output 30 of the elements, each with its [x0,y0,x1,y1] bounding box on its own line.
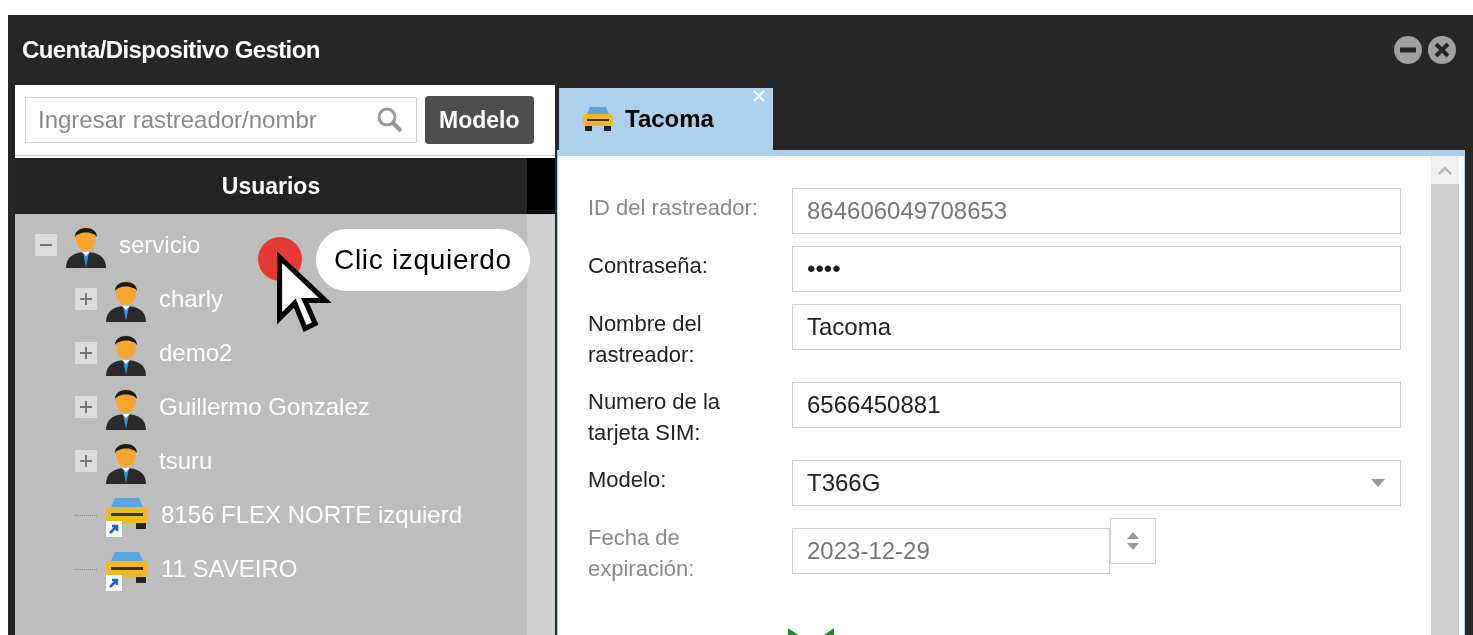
dropdown[interactable]: T366G [792,460,1401,506]
minimize-icon[interactable] [1393,35,1423,65]
scrollbar[interactable] [1431,156,1459,635]
field-label: ID del rastreador: [588,194,759,222]
input-field[interactable]: 6566450881 [792,382,1401,428]
field-label: Contraseña: [588,252,709,280]
input-field[interactable]: Tacoma [792,304,1401,350]
search-field[interactable]: Ingresar rastreador/nombr [25,97,417,143]
search-icon[interactable] [376,106,404,134]
tree-header: Usuarios [15,158,527,214]
expand-icon[interactable] [75,288,97,310]
input-field[interactable]: •••• [792,246,1401,292]
model-button[interactable]: Modelo [425,96,534,144]
scroll-up-icon[interactable] [1438,165,1452,175]
window-title: Cuenta/Dispositivo Gestion [22,35,320,65]
field-label: Fecha de expiración: [588,524,696,583]
annotation-label: Clic izquierdo [316,229,530,291]
expand-icon[interactable] [75,396,97,418]
expand-icon[interactable] [75,450,97,472]
spinner[interactable] [1110,518,1156,564]
scrollbar[interactable] [527,158,555,635]
close-icon[interactable] [1427,35,1457,65]
tab[interactable]: Tacoma [559,88,773,150]
collapse-icon[interactable] [35,234,57,256]
field-label: Numero de la tarjeta SIM: [588,388,722,447]
car-icon [581,105,615,133]
expand-icon[interactable] [75,342,97,364]
field-label: Modelo: [588,466,668,494]
caret-icon [1370,478,1386,488]
field-label: Nombre del rastreador: [588,310,703,369]
